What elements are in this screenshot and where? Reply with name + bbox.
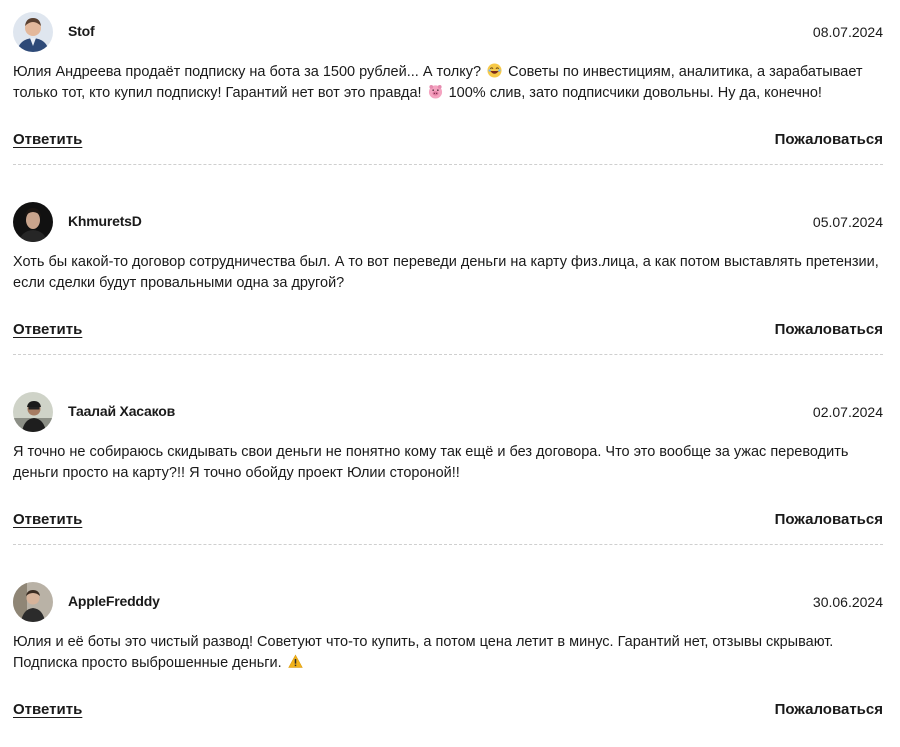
comment-author[interactable]: KhmuretsD (68, 213, 142, 229)
avatar[interactable] (13, 202, 53, 242)
avatar[interactable] (13, 12, 53, 52)
avatar[interactable] (13, 582, 53, 622)
comment-author[interactable]: AppleFredddy (68, 593, 160, 609)
report-link[interactable]: Пожаловаться (775, 131, 883, 148)
comment-text: Юлия и её боты это чистый развод! Совету… (13, 632, 883, 674)
comment-author[interactable]: Stof (68, 23, 95, 39)
reply-link[interactable]: Ответить (13, 321, 82, 338)
reply-link[interactable]: Ответить (13, 511, 82, 528)
report-link[interactable]: Пожаловаться (775, 701, 883, 718)
comment-item: Stof 08.07.2024 Юлия Андреева продаёт по… (13, 12, 883, 177)
report-link[interactable]: Пожаловаться (775, 511, 883, 528)
laughing-emoji-icon (487, 63, 502, 78)
warning-emoji-icon (287, 654, 303, 668)
comment-text-part: 100% слив, зато подписчики довольны. Ну … (448, 85, 822, 101)
comment-item: KhmuretsD 05.07.2024 Хоть бы какой-то до… (13, 202, 883, 367)
comment-text-part: Юлия Андреева продаёт подписку на бота з… (13, 64, 486, 80)
pig-face-emoji-icon (428, 84, 442, 99)
comment-text: Юлия Андреева продаёт подписку на бота з… (13, 62, 883, 104)
comment-divider (13, 544, 883, 545)
comment-date: 08.07.2024 (812, 24, 883, 40)
comment-date: 30.06.2024 (812, 594, 883, 610)
user-avatar-photo-icon (13, 202, 53, 242)
comment-item: Таалай Хасаков 02.07.2024 Я точно не соб… (13, 392, 883, 557)
comment-text: Хоть бы какой-то договор сотрудничества … (13, 254, 879, 291)
user-avatar-photo-icon (13, 582, 53, 622)
reply-link[interactable]: Ответить (13, 131, 82, 148)
comment-divider (13, 164, 883, 165)
comment-divider (13, 354, 883, 355)
avatar[interactable] (13, 392, 53, 432)
comment-author[interactable]: Таалай Хасаков (68, 403, 175, 419)
comment-item: AppleFredddy 30.06.2024 Юлия и её боты э… (13, 582, 883, 747)
report-link[interactable]: Пожаловаться (775, 321, 883, 338)
comments-list: Stof 08.07.2024 Юлия Андреева продаёт по… (0, 0, 900, 730)
comment-text-part: Юлия и её боты это чистый развод! Совету… (13, 634, 834, 671)
reply-link[interactable]: Ответить (13, 701, 82, 718)
user-avatar-photo-icon (13, 392, 53, 432)
user-avatar-photo-icon (13, 12, 53, 52)
comment-date: 05.07.2024 (812, 214, 883, 230)
comment-text: Я точно не собираюсь скидывать свои день… (13, 444, 849, 481)
comment-date: 02.07.2024 (812, 404, 883, 420)
